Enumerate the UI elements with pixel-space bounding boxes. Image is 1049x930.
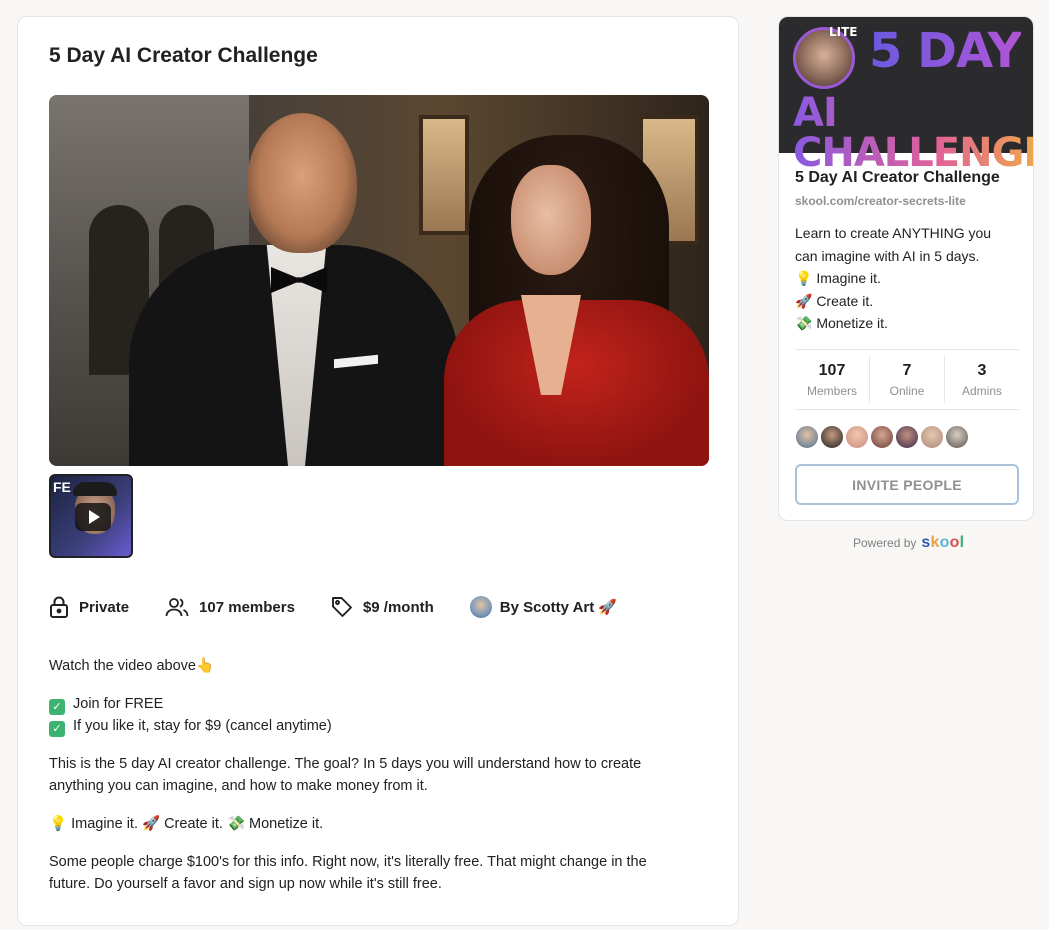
- description-paragraph: Some people charge $100's for this info.…: [49, 854, 647, 892]
- group-about-card: 5 Day AI Creator Challenge FE Private 10…: [17, 16, 739, 926]
- skool-logo[interactable]: skool: [921, 534, 964, 552]
- hero-man-head: [247, 113, 357, 253]
- meta-price: $9 /month: [331, 596, 434, 618]
- owner-label: By Scotty Art 🚀: [499, 599, 618, 616]
- checklist-item: ✓ If you like it, stay for $9 (cancel any…: [49, 715, 689, 737]
- description-paragraph: This is the 5 day AI creator challenge. …: [49, 756, 642, 794]
- checklist-item: ✓ Join for FREE: [49, 693, 689, 715]
- avatar[interactable]: [795, 425, 819, 449]
- members-label: 107 members: [199, 598, 295, 616]
- sidebar-group-title: 5 Day AI Creator Challenge: [795, 169, 1000, 186]
- group-sidebar-card: LITE 5 DAY AI CHALLENGE 5 Day AI Creator…: [778, 16, 1034, 521]
- thumbnail-text: FE: [53, 479, 71, 495]
- meta-owner[interactable]: By Scotty Art 🚀: [469, 596, 618, 618]
- banner-subheading: AI CHALLENGE: [793, 93, 1033, 173]
- checkmark-icon: ✓: [49, 721, 65, 737]
- avatar[interactable]: [920, 425, 944, 449]
- meta-privacy: Private: [49, 596, 129, 618]
- page-title: 5 Day AI Creator Challenge: [49, 44, 318, 67]
- group-banner[interactable]: LITE 5 DAY AI CHALLENGE: [779, 17, 1033, 173]
- invite-people-button[interactable]: INVITE PEOPLE: [795, 464, 1019, 505]
- description-intro: Watch the video above👆: [49, 658, 215, 674]
- stat-admins[interactable]: 3 Admins: [944, 356, 1019, 403]
- avatar[interactable]: [895, 425, 919, 449]
- group-meta-bar: Private 107 members $9 /month By Scotty …: [49, 595, 653, 619]
- lock-icon: [50, 596, 68, 618]
- hero-woman-face: [511, 165, 591, 275]
- privacy-label: Private: [79, 598, 130, 616]
- checkmark-icon: ✓: [49, 699, 65, 715]
- powered-by[interactable]: Powered by skool: [853, 534, 964, 552]
- avatar[interactable]: [945, 425, 969, 449]
- owner-avatar: [469, 596, 492, 618]
- member-avatar-row: [795, 425, 970, 449]
- users-icon: [165, 598, 189, 617]
- hero-image[interactable]: [49, 95, 709, 466]
- tag-icon: [332, 597, 352, 617]
- hero-window: [419, 115, 469, 235]
- stat-online[interactable]: 7 Online: [869, 356, 944, 403]
- description-paragraph: 💡 Imagine it. 🚀 Create it. 💸 Monetize it…: [49, 816, 324, 832]
- sidebar-group-url[interactable]: skool.com/creator-secrets-lite: [795, 194, 966, 208]
- sidebar-group-description: Learn to create ANYTHING you can imagine…: [795, 225, 992, 331]
- banner-heading: 5 DAY: [869, 23, 1022, 79]
- group-description: Watch the video above👆 ✓ Join for FREE ✓ I…: [49, 655, 689, 895]
- hero-woman-dress: [444, 300, 709, 466]
- play-icon[interactable]: [75, 503, 111, 531]
- banner-badge: LITE: [829, 25, 858, 39]
- video-thumbnail[interactable]: FE: [49, 474, 133, 558]
- avatar[interactable]: [845, 425, 869, 449]
- group-stats: 107 Members 7 Online 3 Admins: [795, 349, 1019, 410]
- avatar[interactable]: [820, 425, 844, 449]
- price-label: $9 /month: [362, 598, 434, 616]
- stat-members[interactable]: 107 Members: [795, 356, 869, 403]
- avatar[interactable]: [870, 425, 894, 449]
- thumbnail-cap: [73, 482, 117, 496]
- checklist: ✓ Join for FREE ✓ If you like it, stay for…: [49, 693, 689, 737]
- meta-members[interactable]: 107 members: [165, 597, 295, 617]
